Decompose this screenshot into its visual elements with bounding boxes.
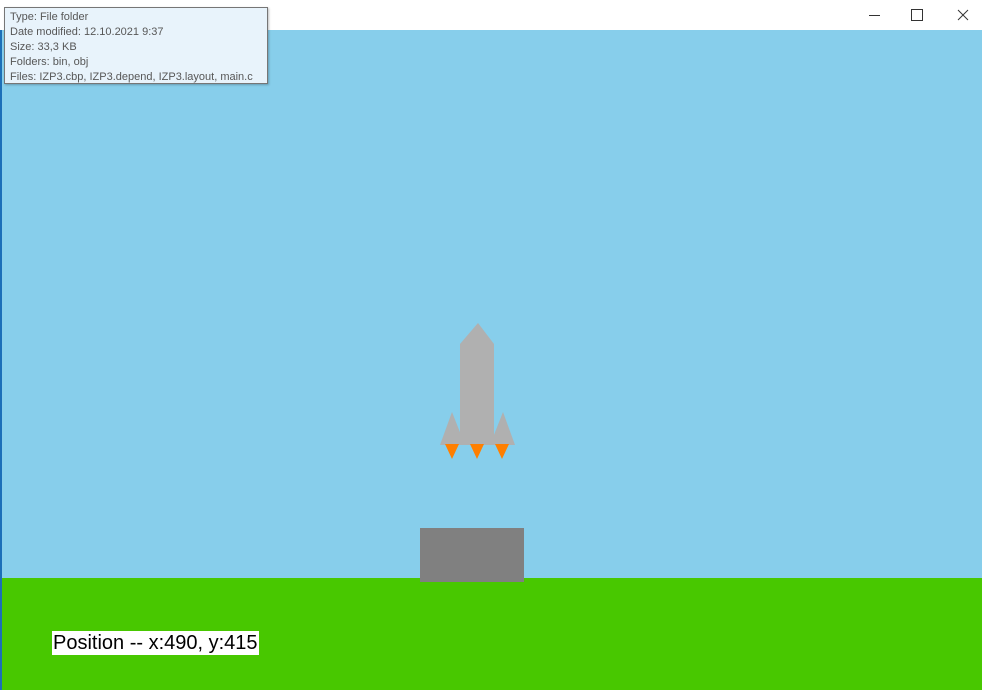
close-button[interactable]: [940, 0, 982, 30]
minimize-icon: [868, 14, 880, 16]
minimize-button[interactable]: [851, 0, 897, 30]
rocket-body: [460, 323, 494, 445]
rocket-right-flame: [495, 444, 509, 459]
rocket-left-flame: [445, 444, 459, 459]
file-info-tooltip: Type: File folder Date modified: 12.10.2…: [4, 7, 268, 84]
tooltip-files: Files: IZP3.cbp, IZP3.depend, IZP3.layou…: [10, 71, 253, 83]
rocket-center-flame: [470, 444, 484, 459]
close-icon: [957, 9, 969, 21]
tooltip-size: Size: 33,3 KB: [10, 41, 77, 53]
position-readout: Position -- x:490, y:415: [52, 631, 259, 655]
rocket: [440, 323, 515, 459]
tooltip-type: Type: File folder: [10, 11, 89, 23]
maximize-button[interactable]: [894, 0, 940, 30]
maximize-icon: [911, 9, 923, 21]
sky: [2, 30, 982, 578]
tooltip-date-modified: Date modified: 12.10.2021 9:37: [10, 26, 164, 38]
tooltip-folders: Folders: bin, obj: [10, 56, 89, 68]
landing-pad: [420, 528, 524, 582]
